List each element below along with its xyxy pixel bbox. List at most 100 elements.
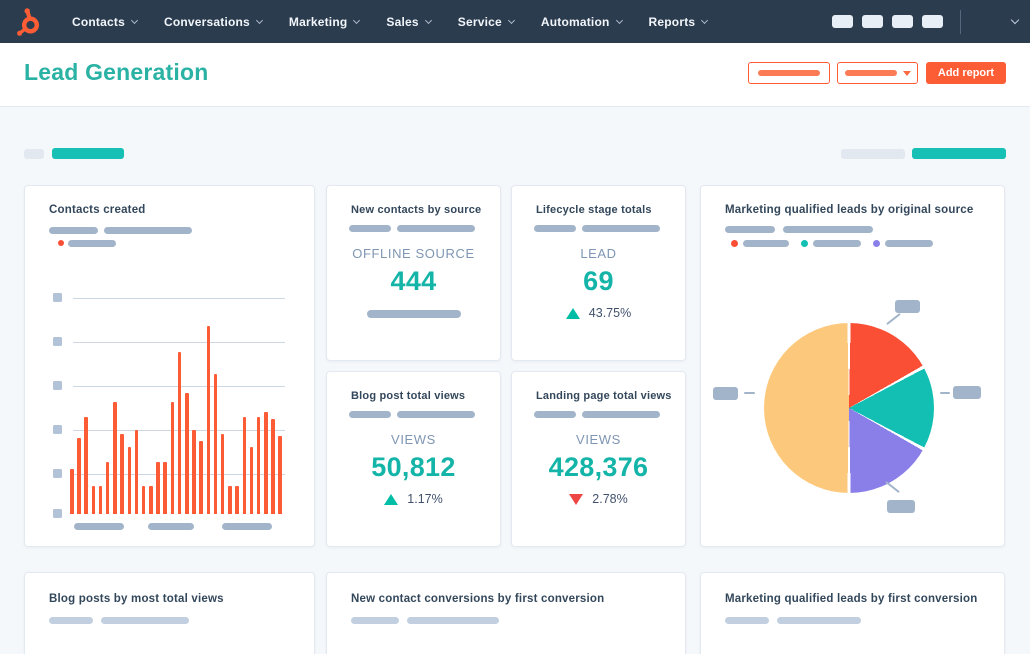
bar[interactable]	[206, 326, 211, 514]
legend-swatch-purple	[873, 240, 880, 247]
bar[interactable]	[278, 436, 282, 514]
card-title: Contacts created	[49, 204, 146, 216]
pie-callout-line	[885, 480, 900, 494]
legend-swatch-orange	[731, 240, 738, 247]
bar[interactable]	[249, 447, 254, 514]
bar[interactable]	[70, 468, 74, 514]
nav-item-automation[interactable]: Automation	[541, 15, 623, 29]
chevron-down-icon	[701, 16, 709, 24]
chevron-down-icon	[255, 16, 263, 24]
bar[interactable]	[170, 401, 175, 514]
nav-icon-tile[interactable]	[862, 15, 883, 28]
metric-value: 50,812	[371, 452, 456, 482]
metric-value: 69	[583, 266, 614, 296]
bar[interactable]	[235, 485, 239, 514]
bar[interactable]	[120, 434, 124, 514]
text-placeholder	[725, 226, 775, 233]
chevron-down-icon	[424, 16, 432, 24]
bar[interactable]	[113, 401, 117, 514]
card-title: New contact conversions by first convers…	[351, 593, 605, 605]
bar[interactable]	[163, 462, 167, 514]
bar[interactable]	[84, 416, 88, 514]
nav-item-contacts[interactable]: Contacts	[72, 14, 138, 29]
pie-callout-line	[940, 392, 950, 394]
bar[interactable]	[228, 485, 232, 514]
bar[interactable]	[127, 447, 131, 514]
bar[interactable]	[134, 429, 139, 514]
card-landing-page-total-views: Landing page total views VIEWS 428,376 2…	[511, 371, 686, 547]
metric-label: VIEWS	[576, 432, 621, 447]
bar[interactable]	[220, 434, 225, 514]
nav-item-marketing[interactable]: Marketing	[289, 15, 361, 29]
nav-item-label: Contacts	[72, 14, 125, 29]
dropdown-caret-icon	[902, 70, 911, 76]
add-report-button[interactable]: Add report	[926, 62, 1006, 84]
text-placeholder	[101, 617, 189, 624]
triangle-up-icon	[565, 307, 580, 319]
bar[interactable]	[213, 373, 218, 514]
pie-callout-line	[744, 392, 755, 394]
bar[interactable]	[271, 418, 275, 514]
nav-icon-tile[interactable]	[832, 15, 853, 28]
nav-item-reports[interactable]: Reports	[648, 14, 709, 29]
text-placeholder	[367, 310, 461, 318]
text-placeholder	[582, 411, 660, 418]
chevron-down-icon	[130, 16, 138, 24]
text-placeholder	[758, 70, 820, 76]
bar[interactable]	[141, 485, 146, 514]
pie-label-placeholder-right	[953, 386, 981, 399]
chevron-down-icon	[353, 16, 361, 24]
filter-placeholder[interactable]	[841, 149, 905, 159]
bar[interactable]	[91, 485, 96, 514]
filter-placeholder-active[interactable]	[52, 148, 124, 159]
hubspot-logo-icon[interactable]	[0, 6, 58, 37]
legend-swatch-orange	[58, 240, 64, 246]
nav-divider	[960, 9, 961, 34]
chevron-down-icon	[507, 16, 515, 24]
card-blog-posts-by-most-total-views: Blog posts by most total views	[24, 572, 315, 654]
y-axis-tick-placeholder	[53, 381, 62, 390]
text-placeholder	[349, 411, 391, 418]
bar[interactable]	[77, 438, 81, 514]
metric-value: 428,376	[548, 452, 649, 482]
nav-item-sales[interactable]: Sales	[386, 15, 432, 29]
account-chevron-down-icon[interactable]	[1010, 15, 1020, 25]
nav-item-conversations[interactable]: Conversations	[163, 14, 263, 29]
bar[interactable]	[192, 429, 196, 514]
bar[interactable]	[242, 416, 246, 514]
delta-value: 1.17%	[407, 492, 443, 506]
dashboard-filter-dropdown[interactable]	[837, 62, 918, 84]
text-placeholder	[844, 70, 897, 76]
text-placeholder	[349, 225, 391, 232]
filter-placeholder-active[interactable]	[912, 148, 1006, 159]
page-title: Lead Generation	[24, 59, 209, 85]
pie-chart[interactable]	[764, 323, 934, 493]
nav-item-service[interactable]: Service	[458, 15, 515, 29]
text-placeholder	[725, 617, 769, 624]
bar[interactable]	[149, 485, 153, 514]
card-mql-by-first-conversion: Marketing qualified leads by first conve…	[700, 572, 1005, 654]
nav-item-label: Reports	[648, 14, 696, 29]
bar[interactable]	[199, 440, 203, 514]
card-mql-by-original-source: Marketing qualified leads by original so…	[700, 185, 1005, 547]
bar[interactable]	[264, 412, 268, 514]
metric-label: OFFLINE SOURCE	[352, 246, 475, 261]
nav-item-label: Conversations	[163, 14, 250, 29]
card-lifecycle-stage-totals: Lifecycle stage totals LEAD 69 43.75%	[511, 185, 686, 361]
bar[interactable]	[185, 393, 189, 514]
bar[interactable]	[256, 416, 261, 514]
dashboard-action-button[interactable]	[748, 62, 830, 84]
bar[interactable]	[105, 462, 110, 514]
bar[interactable]	[156, 462, 160, 514]
nav-icon-tile[interactable]	[922, 15, 943, 28]
card-title: Marketing qualified leads by original so…	[725, 204, 974, 216]
filter-placeholder[interactable]	[24, 149, 44, 159]
card-title: New contacts by source	[351, 204, 482, 216]
nav-utility-area	[832, 0, 1020, 43]
text-placeholder	[104, 227, 192, 234]
nav-icon-tile[interactable]	[892, 15, 913, 28]
text-placeholder	[351, 617, 399, 624]
bar[interactable]	[177, 352, 182, 514]
bar[interactable]	[98, 485, 103, 514]
text-placeholder	[49, 227, 98, 234]
